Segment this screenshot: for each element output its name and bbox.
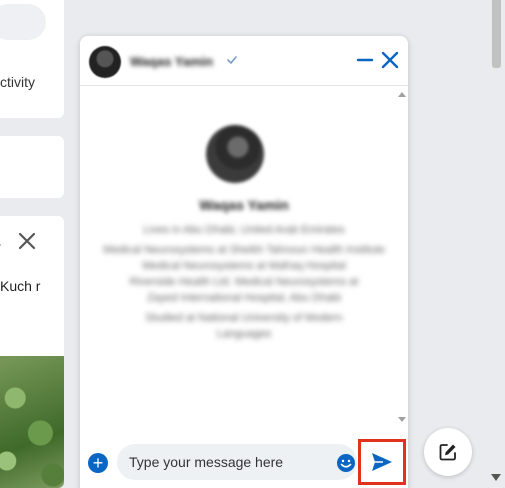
profile-info-line: Medical Neurosystems at Mafraq Hospital [142, 260, 346, 272]
post-text: Kuch r [0, 278, 41, 294]
search-input-pill[interactable] [0, 4, 46, 40]
scrollbar-thumb[interactable] [492, 0, 501, 68]
activity-card: ctivity [0, 0, 64, 118]
message-input[interactable] [117, 444, 357, 480]
close-icon[interactable] [16, 230, 38, 252]
page-scrollbar[interactable] [488, 0, 505, 488]
plus-icon[interactable]: + [88, 453, 108, 473]
profile-info-line: Medical Neurosystems at Sheikh Tahnoun H… [103, 244, 385, 256]
profile-info-line: Lives in Abu Dhabi, United Arab Emirates [143, 224, 345, 236]
profile-info-line: Riverside Health Ltd. Medical Neurosyste… [129, 276, 359, 288]
compose-icon [439, 444, 456, 461]
post-image[interactable] [0, 356, 64, 488]
scroll-down-arrow-icon[interactable] [491, 474, 501, 482]
post-card: › Kuch r [0, 216, 64, 488]
chat-body: Waqas Yamin Lives in Abu Dhabi, United A… [80, 87, 408, 427]
profile-name[interactable]: Waqas Yamin [80, 197, 408, 213]
emoji-icon[interactable] [336, 453, 356, 473]
avatar[interactable] [89, 46, 121, 78]
close-icon[interactable] [380, 50, 400, 70]
contact-name[interactable]: Waqas Yamin [130, 54, 213, 69]
profile-info-line: Languages [216, 328, 272, 340]
chat-window: Waqas Yamin Waqas Yamin Lives in Abu Dha… [80, 36, 408, 488]
send-button[interactable] [358, 439, 406, 485]
compose-button[interactable] [424, 428, 472, 476]
send-icon [372, 453, 392, 471]
chat-header[interactable]: Waqas Yamin [80, 36, 408, 86]
verified-check-icon [227, 56, 237, 65]
feed-card [0, 136, 64, 198]
scroll-down-icon[interactable] [398, 417, 406, 423]
chevron-icon[interactable]: › [0, 236, 1, 254]
minus-icon[interactable] [356, 51, 374, 69]
scroll-up-icon[interactable] [398, 91, 406, 97]
profile-info-line: Studied at National University of Modern [145, 312, 343, 324]
profile-avatar[interactable] [206, 125, 264, 183]
profile-info-line: Zayed International Hospital, Abu Dhabi [147, 292, 341, 304]
message-composer: + [80, 436, 408, 488]
activity-link[interactable]: ctivity [0, 74, 35, 90]
